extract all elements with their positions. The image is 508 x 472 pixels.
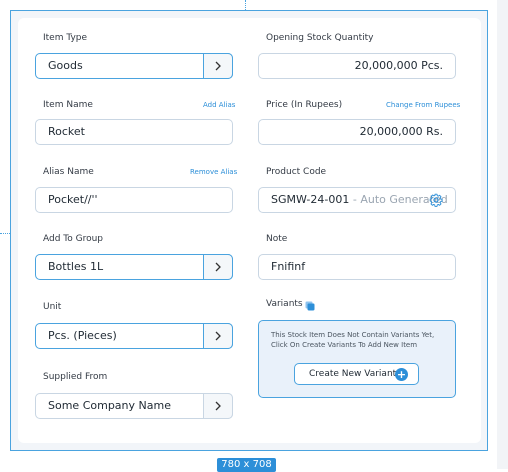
variants-empty-state: This Stock Item Does Not Contain Variant…: [258, 320, 456, 398]
item-type-select[interactable]: Goods: [35, 53, 233, 79]
unit-label: Unit: [43, 302, 62, 312]
product-code-input[interactable]: SGMW-24-001 - Auto Generated: [258, 187, 456, 213]
add-to-group-label: Add To Group: [43, 234, 104, 244]
chevron-right-icon: [215, 262, 221, 272]
opening-stock-value: 20,000,000 Pcs.: [354, 59, 443, 72]
gear-icon[interactable]: [429, 193, 443, 207]
change-currency-link[interactable]: Change From Rupees: [386, 101, 460, 109]
horizontal-guide: [0, 233, 10, 234]
opening-stock-label: Opening Stock Quantity: [266, 33, 374, 43]
add-to-group-value: Bottles 1L: [48, 260, 104, 273]
alias-name-input[interactable]: Pocket//'': [35, 187, 233, 213]
item-type-label: Item Type: [43, 33, 88, 43]
plus-circle-icon: +: [395, 368, 408, 381]
item-name-input[interactable]: Rocket: [35, 119, 233, 145]
product-code-label: Product Code: [266, 167, 327, 177]
note-input[interactable]: Fnifinf: [258, 254, 456, 280]
unit-dropdown-button[interactable]: [203, 323, 233, 349]
price-label: Price (In Rupees): [266, 100, 343, 110]
add-alias-link[interactable]: Add Alias: [203, 101, 235, 109]
add-to-group-dropdown-button[interactable]: [203, 254, 233, 280]
item-name-label: Item Name: [43, 100, 93, 110]
item-type-value: Goods: [48, 59, 83, 72]
item-type-dropdown-button[interactable]: [203, 53, 233, 79]
note-value: Fnifinf: [271, 260, 306, 273]
opening-stock-input[interactable]: 20,000,000 Pcs.: [258, 53, 456, 79]
unit-select[interactable]: Pcs. (Pieces): [35, 323, 233, 349]
canvas-edge: [497, 0, 508, 469]
vertical-guide: [245, 0, 246, 10]
alias-name-value: Pocket//'': [48, 193, 98, 206]
supplied-from-dropdown-button[interactable]: [203, 393, 233, 419]
supplied-from-select[interactable]: Some Company Name: [35, 393, 233, 419]
chevron-right-icon: [215, 401, 221, 411]
dimension-badge: 780 x 708: [217, 458, 276, 472]
price-value: 20,000,000 Rs.: [359, 125, 443, 138]
copy-icon[interactable]: [305, 301, 315, 311]
product-code-text: SGMW-24-001: [271, 193, 350, 206]
note-label: Note: [266, 234, 288, 244]
chevron-right-icon: [215, 61, 221, 71]
alias-name-label: Alias Name: [43, 167, 94, 177]
supplied-from-value: Some Company Name: [48, 399, 171, 412]
item-name-value: Rocket: [48, 125, 85, 138]
create-new-variant-button[interactable]: Create New Variant +: [294, 363, 419, 385]
add-to-group-select[interactable]: Bottles 1L: [35, 254, 233, 280]
variants-label: Variants: [266, 299, 303, 309]
variants-message: This Stock Item Does Not Contain Variant…: [271, 331, 435, 349]
chevron-right-icon: [215, 331, 221, 341]
unit-value: Pcs. (Pieces): [48, 329, 117, 342]
create-new-variant-label: Create New Variant: [309, 369, 397, 379]
supplied-from-label: Supplied From: [43, 372, 108, 382]
product-code-value: SGMW-24-001 - Auto Generated: [271, 188, 448, 212]
remove-alias-link[interactable]: Remove Alias: [190, 168, 237, 176]
price-input[interactable]: 20,000,000 Rs.: [258, 119, 456, 145]
